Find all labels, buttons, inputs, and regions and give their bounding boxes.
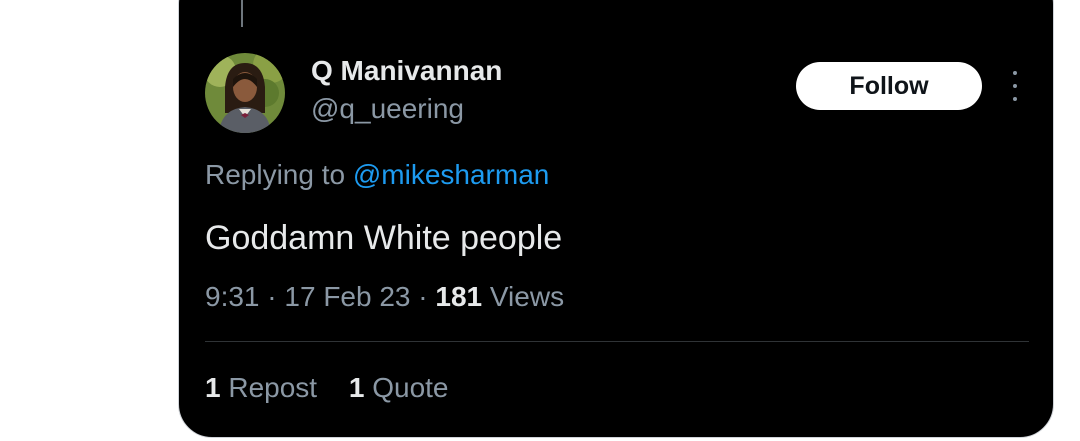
meta-separator: ·: [267, 281, 277, 312]
replying-to-line: Replying to @mikesharman: [205, 159, 549, 191]
author-display-name[interactable]: Q Manivannan: [311, 55, 502, 87]
engagement-stats: 1 Repost 1 Quote: [205, 372, 449, 404]
more-dot: [1013, 97, 1017, 101]
views-count: 181: [435, 281, 483, 312]
thread-connector-line: [241, 0, 243, 27]
avatar-image: [205, 53, 285, 133]
more-options-icon[interactable]: [1005, 71, 1025, 101]
avatar[interactable]: [205, 53, 285, 133]
reposts-count: 1: [205, 372, 221, 403]
tweet-body-text: Goddamn White people: [205, 219, 563, 257]
tweet-time[interactable]: 9:31: [205, 281, 260, 312]
more-dot: [1013, 71, 1017, 75]
author-handle[interactable]: @q_ueering: [311, 93, 464, 125]
stats-divider: [205, 341, 1029, 342]
follow-button[interactable]: Follow: [796, 62, 982, 110]
reply-mention-link[interactable]: @mikesharman: [353, 159, 549, 190]
screenshot-stage: Q Manivannan @q_ueering Follow Replying …: [0, 0, 1080, 441]
reposts-label: Repost: [228, 372, 318, 403]
replying-prefix: Replying to: [205, 159, 346, 190]
quotes-label: Quote: [372, 372, 449, 403]
previous-tweet-action-bar: [179, 0, 1053, 3]
quotes-stat[interactable]: 1 Quote: [349, 372, 449, 404]
tweet-card: Q Manivannan @q_ueering Follow Replying …: [178, 0, 1054, 438]
quotes-count: 1: [348, 372, 365, 403]
reposts-stat[interactable]: 1 Repost: [205, 372, 317, 404]
views-label: Views: [489, 281, 565, 312]
tweet-meta: 9:31 · 17 Feb 23 · 181 Views: [205, 281, 564, 313]
more-dot: [1013, 84, 1017, 88]
tweet-date[interactable]: 17 Feb 23: [284, 281, 410, 312]
meta-separator: ·: [418, 281, 428, 312]
